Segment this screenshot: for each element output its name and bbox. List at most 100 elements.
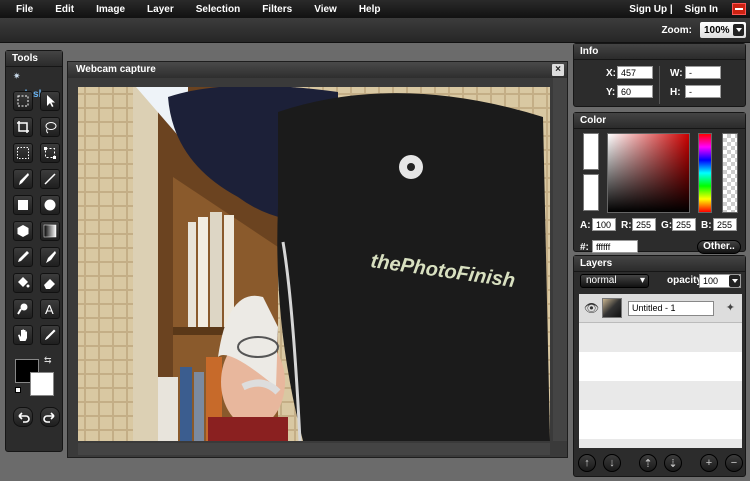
opacity-value: 100 [703,276,719,286]
green-input[interactable]: 255 [672,218,696,231]
chevron-down-icon [729,275,740,287]
color-swatches: ⇆ [6,353,62,399]
pencil-tool-icon[interactable] [40,169,60,189]
vertical-scrollbar[interactable] [553,78,567,441]
layer-actions: ↑ ↓ ⇡ ⇣ + − [574,454,747,472]
info-divider [659,66,660,104]
rectangle-tool-icon[interactable] [13,195,33,215]
layer-thumbnail [602,298,622,318]
info-title: Info [574,44,745,60]
sign-up-link[interactable]: Sign Up | [623,4,678,15]
marquee-tool-icon[interactable] [13,91,33,111]
rect-select-tool-icon[interactable] [13,143,33,163]
text-tool-icon[interactable]: A [40,299,60,319]
layer-add-remove-group: + − [700,454,743,472]
opacity-select[interactable]: 100 [699,274,741,288]
move-arrow-tool-icon[interactable] [40,91,60,111]
menu-layer[interactable]: Layer [136,4,185,15]
info-body: X: 457 Y: 60 W: - H: - [574,60,745,110]
menu-bar: File Edit Image Layer Selection Filters … [0,0,750,18]
eyedropper-tool-icon[interactable] [40,325,60,345]
zoom-select[interactable]: 100% [700,22,746,38]
tool-grid: A [6,85,62,345]
layer-order-group: ⇡ ⇣ [639,454,682,472]
lasso-tool-icon[interactable] [40,117,60,137]
saturation-picker[interactable] [607,133,690,213]
delete-layer-icon[interactable]: − [725,454,743,472]
layers-title: Layers [574,256,745,272]
x-label: X: [606,68,616,79]
y-value: 60 [617,85,653,98]
w-label: W: [670,68,683,79]
add-layer-icon[interactable]: + [700,454,718,472]
smudge-tool-icon[interactable] [40,247,60,267]
blend-mode-select[interactable]: normal ▾ [580,274,649,288]
polygon-tool-icon[interactable] [13,221,33,241]
canvas-window-title: Webcam capture × [68,62,567,78]
close-icon[interactable]: × [552,64,564,76]
undo-icon[interactable] [13,407,33,427]
dropper-pen-tool-icon[interactable] [13,247,33,267]
image-canvas[interactable]: thePhotoFinish [78,87,550,441]
crop-tool-icon[interactable] [13,117,33,137]
blue-input[interactable]: 255 [713,218,737,231]
h-value: - [685,85,721,98]
canvas-title-text: Webcam capture [76,64,156,75]
sign-in-link[interactable]: Sign In [679,4,724,15]
clone-stamp-tool-icon[interactable] [13,299,33,319]
alpha-slider[interactable] [722,133,738,213]
svg-text:A: A [45,302,54,316]
y-label: Y: [606,87,616,98]
r-label: R: [621,220,632,231]
move-layer-up-icon[interactable]: ↑ [578,454,596,472]
bring-to-top-icon[interactable]: ⇡ [639,454,657,472]
menu-file[interactable]: File [0,4,44,15]
chevron-down-icon: ▾ [639,275,645,286]
zoom-control: Zoom: 100% [661,22,746,38]
swap-colors-icon[interactable]: ⇆ [44,355,52,366]
webcam-photo: thePhotoFinish [78,87,550,441]
color-panel: Color A: 100 R: 255 G: 255 B: 255 #: fff… [573,112,746,254]
zoom-label: Zoom: [661,24,692,36]
alpha-input[interactable]: 100 [592,218,616,231]
menu-edit[interactable]: Edit [44,4,85,15]
layers-panel: Layers normal ▾ opacity: 100 👁 Untitled -… [573,255,746,477]
b-label: B: [701,220,712,231]
blend-mode-value: normal [586,275,617,286]
menu-selection[interactable]: Selection [185,4,251,15]
menu-image[interactable]: Image [85,4,136,15]
background-color-swatch[interactable] [30,372,54,396]
menu-filters[interactable]: Filters [251,4,303,15]
primary-color-preview[interactable] [583,133,599,170]
hue-slider[interactable] [698,133,712,213]
brush-tool-icon[interactable] [13,169,33,189]
tools-panel: Tools ✷ splashup A ⇆ [5,50,63,452]
other-color-button[interactable]: Other.. [697,240,741,254]
reset-colors-icon[interactable] [15,387,21,393]
x-value: 457 [617,66,653,79]
move-layer-down-icon[interactable]: ↓ [603,454,621,472]
layer-name[interactable]: Untitled - 1 [628,301,714,316]
send-to-bottom-icon[interactable]: ⇣ [664,454,682,472]
eraser-tool-icon[interactable] [40,273,60,293]
horizontal-scrollbar[interactable] [78,443,550,455]
layer-row[interactable]: 👁 Untitled - 1 ✦ [579,294,742,323]
red-input[interactable]: 255 [632,218,656,231]
redo-icon[interactable] [40,407,60,427]
transform-tool-icon[interactable] [40,143,60,163]
menu-help[interactable]: Help [348,4,392,15]
ellipse-tool-icon[interactable] [40,195,60,215]
eye-icon[interactable]: 👁 [584,301,599,315]
secondary-color-preview[interactable] [583,174,599,211]
hand-tool-icon[interactable] [13,325,33,345]
menu-view[interactable]: View [303,4,348,15]
layer-effects-icon[interactable]: ✦ [726,301,735,314]
fill-bucket-tool-icon[interactable] [13,273,33,293]
hex-input[interactable]: ffffff [592,240,638,253]
g-label: G: [661,220,673,231]
a-label: A: [580,220,591,231]
minimize-icon[interactable] [732,3,746,15]
gradient-tool-icon[interactable] [40,221,60,241]
splashup-logo: ✷ splashup [13,71,57,100]
tools-title: Tools [6,51,62,67]
